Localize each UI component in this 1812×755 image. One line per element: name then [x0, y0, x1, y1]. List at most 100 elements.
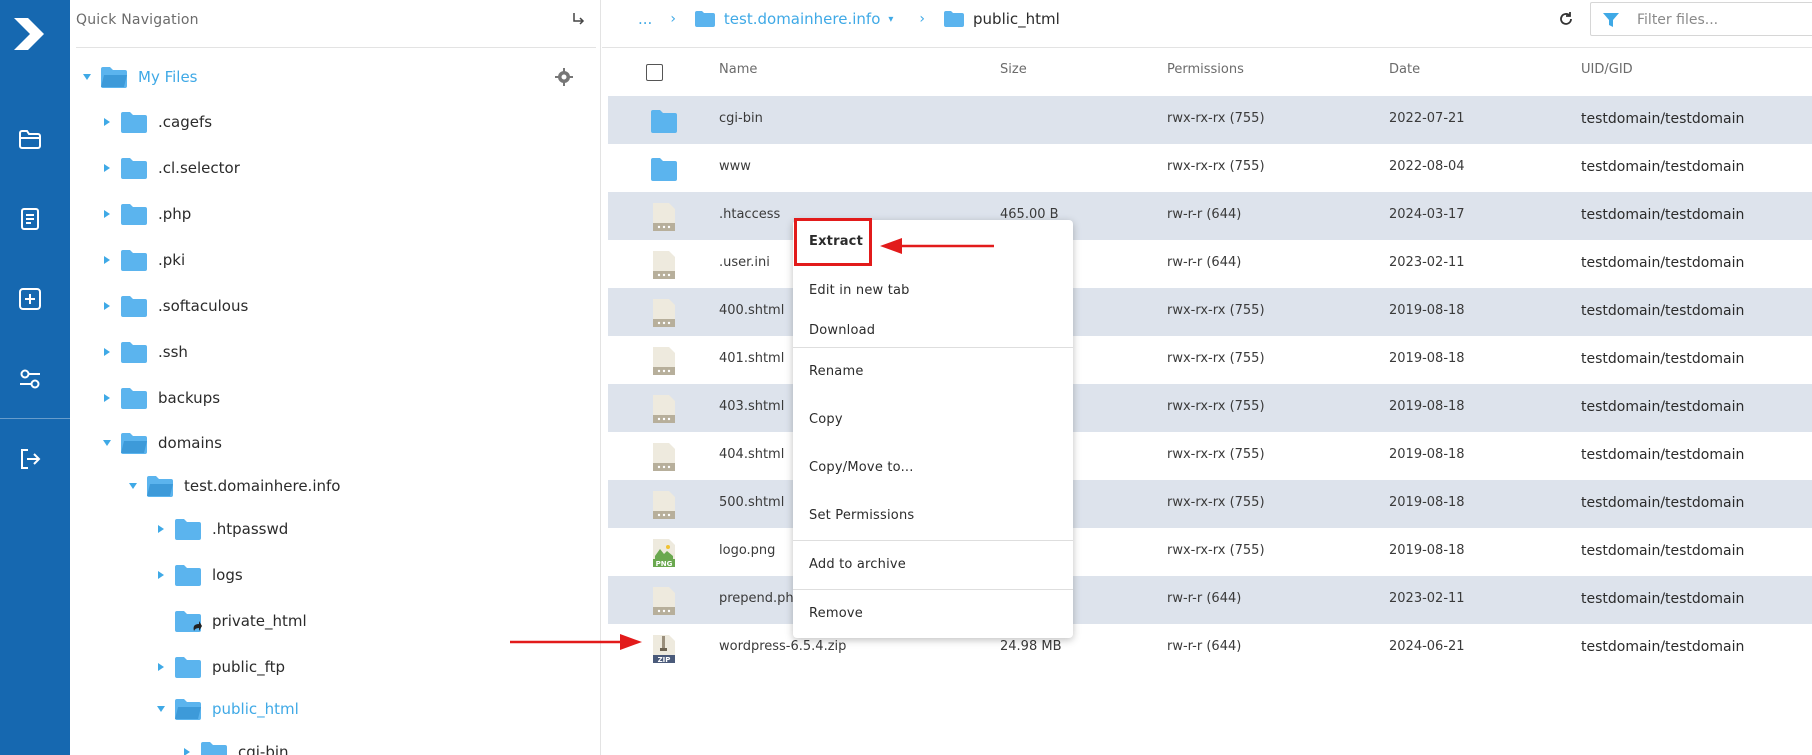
caret-right-icon[interactable] [100, 161, 114, 175]
gear-icon[interactable] [555, 68, 573, 86]
folder-icon [651, 158, 677, 181]
column-name[interactable]: Name [719, 62, 757, 77]
folder-icon [121, 296, 147, 317]
document-icon[interactable] [17, 206, 43, 232]
caret-down-icon[interactable] [80, 70, 94, 84]
extract-highlight-box [794, 218, 872, 266]
tree-label: test.domainhere.info [184, 477, 341, 495]
tree-item[interactable]: domains [100, 428, 222, 458]
caret-right-icon[interactable] [100, 299, 114, 313]
annotation-arrow-icon [880, 238, 994, 254]
menu-item-set-permissions[interactable]: Set Permissions [809, 508, 914, 523]
table-row[interactable]: 500.shtml rwx-rx-rx (755) 2019-08-18 testdo… [608, 480, 1812, 528]
folder-icon [121, 158, 147, 179]
cell-date: 2019-08-18 [1389, 351, 1465, 366]
folder-icon [121, 342, 147, 363]
filter-input[interactable] [1637, 9, 1807, 31]
add-icon[interactable] [17, 286, 43, 312]
tree-item[interactable]: public_html [154, 694, 299, 724]
cell-size: 24.98 MB [1000, 639, 1062, 654]
caret-right-icon[interactable] [154, 568, 168, 582]
annotation-arrow-icon [510, 634, 642, 650]
filter-field[interactable] [1590, 2, 1812, 36]
tree-item[interactable]: .cagefs [100, 107, 212, 137]
tree-item[interactable]: .cl.selector [100, 153, 240, 183]
folder-icon[interactable] [17, 126, 43, 152]
tree-item[interactable]: .htpasswd [154, 514, 288, 544]
table-row[interactable]: prepend.ph rw-r-r (644) 2023-02-11 testdoma… [608, 576, 1812, 624]
tree-item[interactable]: private_html [154, 606, 307, 636]
column-uid-gid[interactable]: UID/GID [1581, 62, 1633, 77]
caret-down-icon[interactable] [126, 479, 140, 493]
tree-item[interactable]: logs [154, 560, 243, 590]
tree-item[interactable]: .pki [100, 245, 185, 275]
tree-item[interactable]: backups [100, 383, 220, 413]
folder-icon [944, 11, 965, 27]
tree-item[interactable]: public_ftp [154, 652, 285, 682]
caret-right-icon[interactable] [180, 745, 194, 755]
menu-item-copy[interactable]: Copy [809, 412, 843, 427]
select-all-checkbox[interactable] [646, 64, 663, 81]
chevron-down-icon[interactable]: ▾ [888, 14, 893, 25]
caret-right-icon[interactable] [154, 522, 168, 536]
folder-icon [175, 519, 201, 540]
caret-right-icon[interactable] [100, 115, 114, 129]
cell-perm: rw-r-r (644) [1167, 639, 1242, 654]
tree-label: cgi-bin [238, 743, 289, 755]
tree-item[interactable]: .php [100, 199, 191, 229]
cell-uid: testdomain/testdomain [1581, 399, 1745, 415]
tree-item-my-files[interactable]: My Files [80, 62, 198, 92]
caret-down-icon[interactable] [100, 436, 114, 450]
caret-right-icon[interactable] [154, 660, 168, 674]
breadcrumb-domain[interactable]: test.domainhere.info [724, 10, 880, 28]
folder-icon [175, 565, 201, 586]
folder-open-icon [175, 699, 201, 720]
cell-uid: testdomain/testdomain [1581, 639, 1745, 655]
cell-perm: rwx-rx-rx (755) [1167, 447, 1265, 462]
menu-item-edit-new-tab[interactable]: Edit in new tab [809, 283, 910, 298]
divider [76, 47, 596, 48]
table-row[interactable]: cgi-bin rwx-rx-rx (755) 2022-07-21 testdoma… [608, 96, 1812, 144]
file-icon [653, 395, 675, 423]
rail-divider [0, 418, 70, 419]
refresh-icon[interactable] [1558, 11, 1574, 27]
caret-right-icon[interactable] [100, 207, 114, 221]
caret-right-icon[interactable] [100, 253, 114, 267]
settings-sliders-icon[interactable] [17, 366, 43, 392]
cell-name: wordpress-6.5.4.zip [719, 639, 847, 654]
table-row[interactable]: PNG logo.png rwx-rx-rx (755) 2019-08-18 test… [608, 528, 1812, 576]
logo-icon[interactable] [8, 10, 52, 58]
table-row[interactable]: www rwx-rx-rx (755) 2022-08-04 testdomain/t… [608, 144, 1812, 192]
column-permissions[interactable]: Permissions [1167, 62, 1244, 77]
table-row[interactable]: ZIP wordpress-6.5.4.zip 24.98 MB rw-r-r (64… [608, 624, 1812, 672]
menu-item-remove[interactable]: Remove [809, 606, 863, 621]
table-row[interactable]: 401.shtml rwx-rx-rx (755) 2019-08-18 testdo… [608, 336, 1812, 384]
file-manager-app: Quick Navigation My Files .cagefs .cl.sel… [0, 0, 1812, 755]
tree-item[interactable]: cgi-bin [180, 737, 289, 755]
tree-item[interactable]: test.domainhere.info [126, 471, 340, 501]
menu-item-add-archive[interactable]: Add to archive [809, 557, 906, 572]
menu-divider [793, 540, 1073, 541]
tree-item[interactable]: .softaculous [100, 291, 248, 321]
column-date[interactable]: Date [1389, 62, 1420, 77]
cell-date: 2019-08-18 [1389, 303, 1465, 318]
table-row[interactable]: 403.shtml rwx-rx-rx (755) 2019-08-18 testdo… [608, 384, 1812, 432]
table-row[interactable]: 400.shtml rwx-rx-rx (755) 2019-08-18 testdo… [608, 288, 1812, 336]
cell-date: 2023-02-11 [1389, 591, 1465, 606]
enter-arrow-icon[interactable] [570, 11, 586, 27]
tree-label: .ssh [158, 343, 188, 361]
menu-item-download[interactable]: Download [809, 323, 875, 338]
menu-item-rename[interactable]: Rename [809, 364, 864, 379]
table-row[interactable]: .htaccess 465.00 Brw-r-r (644) 2024-03-17 t… [608, 192, 1812, 240]
caret-right-icon[interactable] [100, 391, 114, 405]
table-row[interactable]: 404.shtml rwx-rx-rx (755) 2019-08-18 testdo… [608, 432, 1812, 480]
tree-item[interactable]: .ssh [100, 337, 188, 367]
breadcrumb-ellipsis[interactable]: ... [638, 10, 652, 28]
caret-down-icon[interactable] [154, 702, 168, 716]
logout-icon[interactable] [17, 446, 43, 472]
menu-item-copy-move[interactable]: Copy/Move to... [809, 460, 914, 475]
cell-uid: testdomain/testdomain [1581, 591, 1745, 607]
table-row[interactable]: .user.ini rw-r-r (644) 2023-02-11 testdomai… [608, 240, 1812, 288]
column-size[interactable]: Size [1000, 62, 1027, 77]
caret-right-icon[interactable] [100, 345, 114, 359]
